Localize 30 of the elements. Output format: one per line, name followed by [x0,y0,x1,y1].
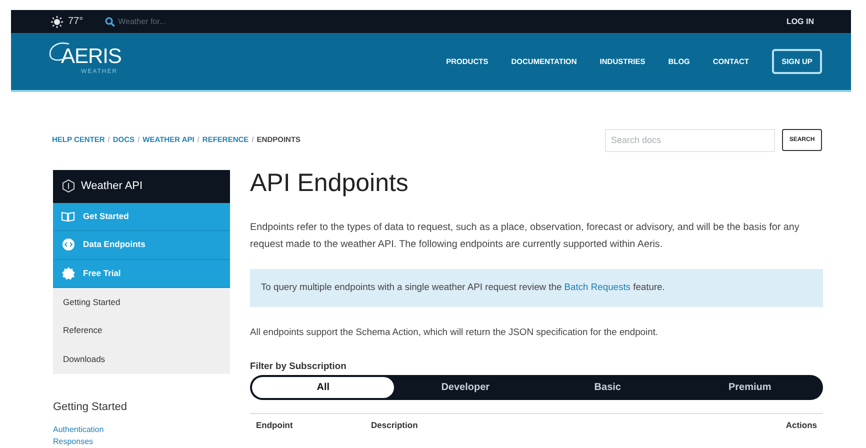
weather-search-field[interactable]: Weather for... [118,16,238,28]
section-heading: Getting Started [53,400,128,414]
column-header: Description [371,418,418,432]
hexagon-icon [62,179,75,193]
column-header: Actions [786,418,817,432]
starburst-icon [62,266,74,280]
info-note: To query multiple endpoints with a single weather API request review the Batch Requests feature. [250,268,823,306]
column-header: Endpoint [256,418,294,432]
temperature: 77° [68,15,84,30]
code-badge-icon [62,238,74,252]
filter-tab[interactable]: Developer [394,376,536,398]
sidebar-link[interactable]: Responses [53,436,94,448]
sidebar-title: Weather API [81,178,143,194]
filter-label: Filter by Subscription [250,358,348,373]
page-title: API Endpoints [250,168,410,198]
login-link[interactable]: LOG IN [786,16,814,28]
sidebar-link[interactable]: Authentication [53,424,104,436]
filter-tab[interactable]: Premium [678,376,821,398]
intro-paragraph: Endpoints refer to the types of data to request, such as a place, observation, forecast or advisory, and will be the basis for any request made to the weather API. The following endpoints are currently supported within Aeris. [250,220,800,252]
batch-requests-link[interactable]: Batch Requests [564,281,630,292]
filter-tab[interactable]: All [252,376,394,398]
filter-tab[interactable]: Basic [536,376,679,398]
schema-paragraph: All endpoints support the Schema Action, which will return the JSON specification for the endpoint. [250,324,660,339]
sidebar-item[interactable]: Getting Started [53,288,230,316]
search-icon [105,16,116,27]
search-docs-field[interactable]: Search docs [605,128,775,152]
sun-icon [51,16,63,28]
sidebar-item[interactable]: Reference [53,316,230,345]
sidebar-item[interactable]: Downloads [53,345,230,374]
book-icon [61,210,75,222]
